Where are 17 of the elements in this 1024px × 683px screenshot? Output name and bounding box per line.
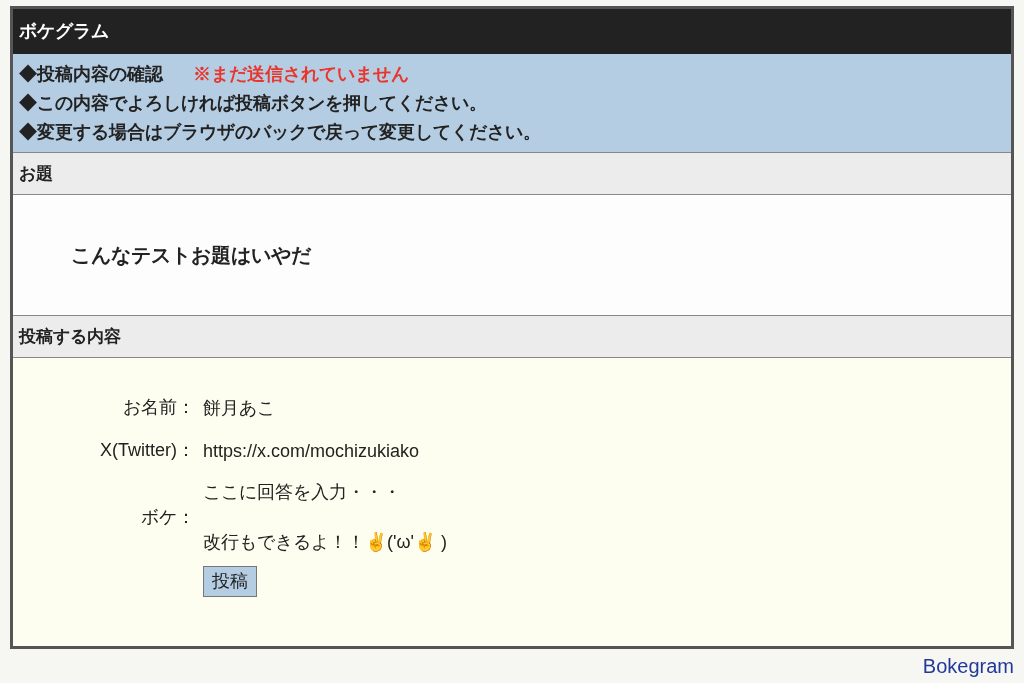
- field-value: 餅月あこ: [203, 396, 275, 420]
- field-value: 改行もできるよ！！✌('ω'✌ ): [203, 531, 447, 554]
- topic-text: こんなテストお題はいやだ: [71, 243, 311, 268]
- section-title: お題: [19, 162, 53, 185]
- field-label: ボケ：: [140, 505, 196, 529]
- footer-link[interactable]: Bokegram: [922, 651, 1014, 681]
- notice-text: ◆投稿内容の確認: [19, 63, 163, 86]
- field-value: ここに回答を入力・・・: [203, 481, 402, 504]
- submit-button[interactable]: 投稿: [203, 566, 257, 597]
- notice-text: ◆変更する場合はブラウザのバックで戻って変更してください。: [19, 121, 541, 144]
- site-title: ボケグラム: [19, 20, 109, 43]
- field-label: X(Twitter)：: [99, 439, 196, 462]
- notice-text: ◆この内容でよろしければ投稿ボタンを押してください。: [19, 92, 487, 115]
- field-value: https://x.com/mochizukiako: [203, 439, 420, 463]
- field-label: お名前：: [122, 396, 196, 419]
- warning-text: ※まだ送信されていません: [193, 63, 409, 86]
- section-title: 投稿する内容: [19, 325, 121, 348]
